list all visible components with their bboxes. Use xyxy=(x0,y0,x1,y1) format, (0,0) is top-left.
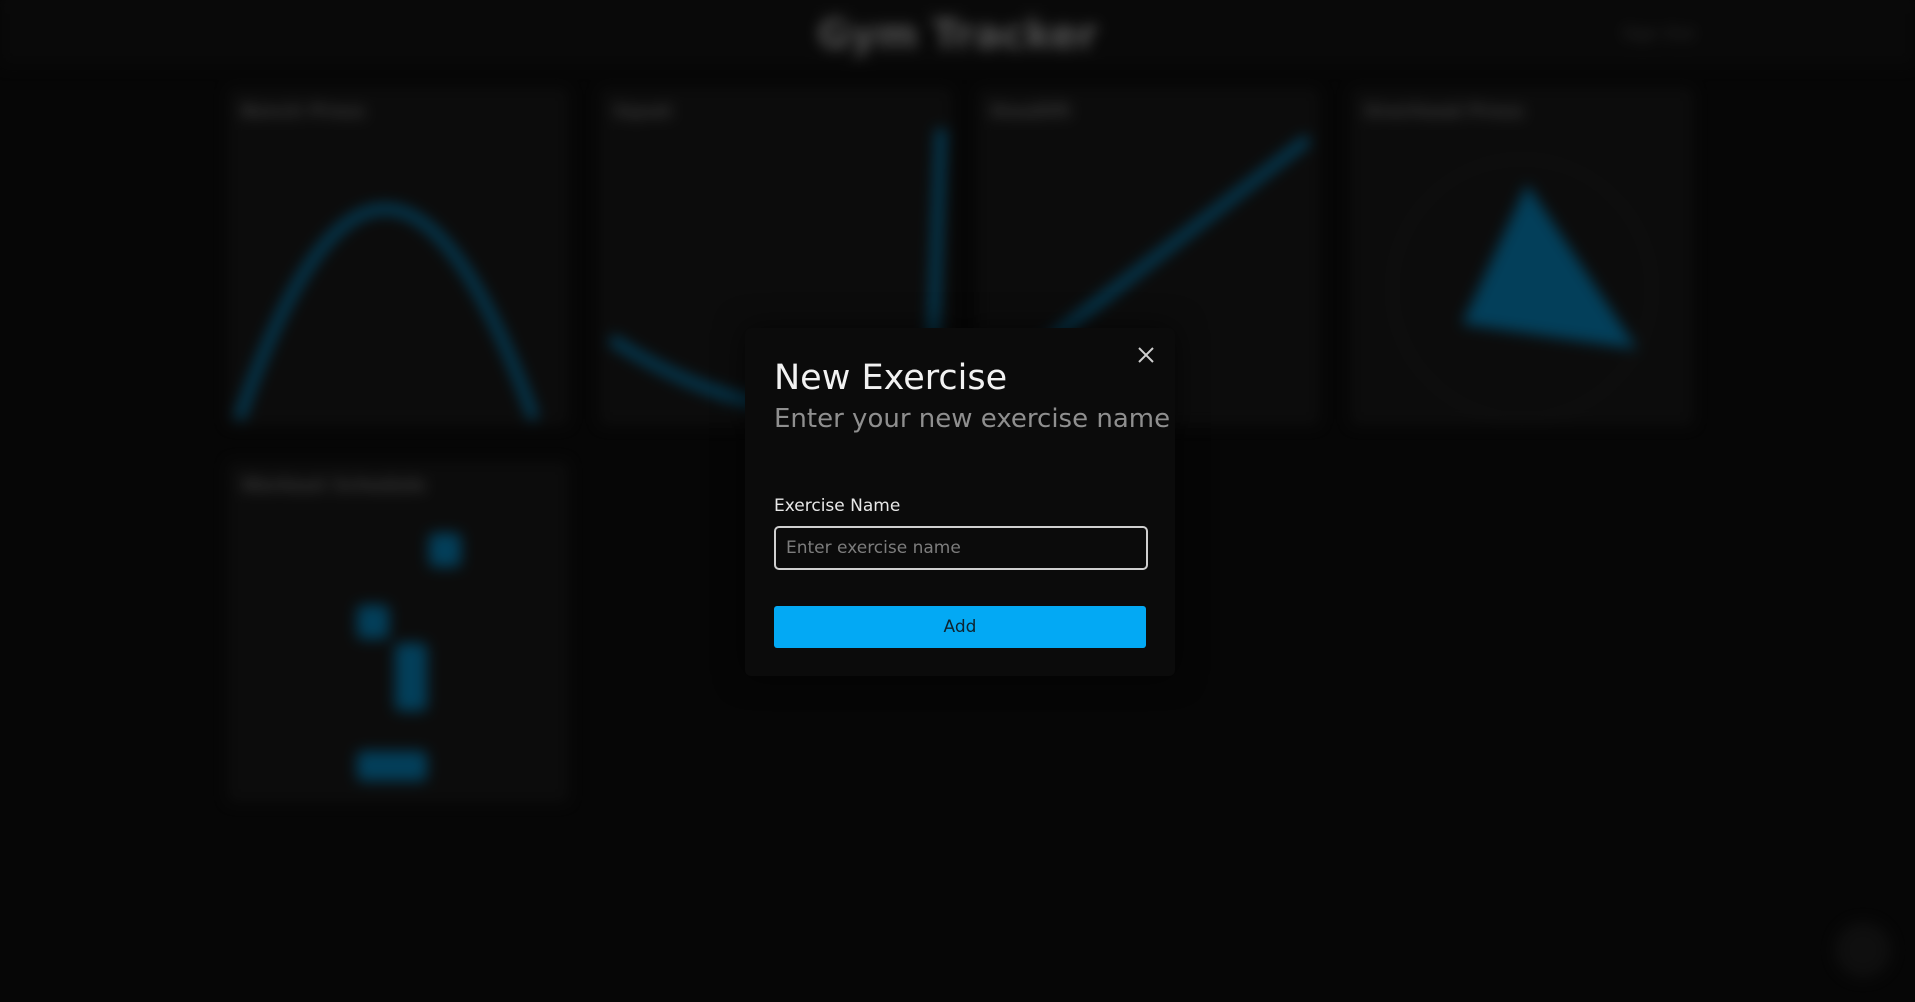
exercise-name-input[interactable] xyxy=(774,526,1148,570)
add-button[interactable]: Add xyxy=(774,606,1146,648)
close-icon[interactable] xyxy=(1135,344,1157,366)
exercise-name-label: Exercise Name xyxy=(774,496,901,516)
app-root: Gym Tracker Sign Out Bench Press Squat D… xyxy=(0,0,1915,1002)
dialog-subtitle: Enter your new exercise name xyxy=(774,404,1171,434)
new-exercise-dialog: New Exercise Enter your new exercise nam… xyxy=(745,328,1175,676)
dialog-title: New Exercise xyxy=(774,358,1008,398)
